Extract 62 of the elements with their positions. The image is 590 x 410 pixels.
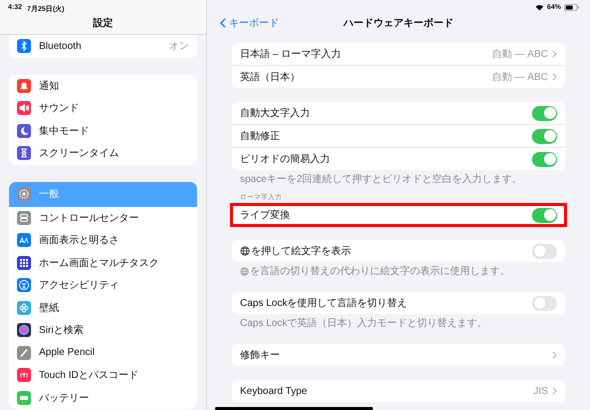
sidebar-item[interactable]: 集中モード [9, 120, 197, 142]
sidebar-label: スクリーンタイム [39, 147, 120, 160]
sidebar-item[interactable]: スクリーンタイム [9, 142, 197, 164]
sidebar-item[interactable]: Apple Pencil [9, 342, 197, 364]
sidebar-item[interactable]: アクセシビリティ [9, 274, 197, 296]
sidebar-title: 設定 [92, 16, 114, 30]
sidebar-item[interactable]: Touch IDとパスコード [9, 364, 197, 386]
sidebar-label: アクセシビリティ [39, 279, 120, 292]
sidebar-item[interactable]: Siriと検索 [9, 319, 197, 342]
sidebar-item[interactable]: バッテリー [9, 386, 197, 409]
setting-value: 自動 — ABC [492, 71, 548, 84]
section-footer: を言語の切り替えの代わりに絵文字の表示に使用します。 [250, 264, 510, 278]
setting-label: 自動大文字入力 [240, 106, 310, 120]
toggle-switch[interactable] [532, 106, 557, 120]
sidebar-label: Siriと検索 [39, 324, 84, 338]
chevron-icon[interactable] [552, 351, 557, 359]
sidebar-label: 画面表示と明るさ [39, 234, 120, 248]
back-chevron-icon [220, 18, 226, 28]
chevron-icon[interactable] [552, 387, 557, 395]
sidebar-label: 通知 [39, 80, 60, 93]
toggle-switch[interactable] [532, 208, 557, 222]
setting-label: 自動修正 [240, 130, 280, 143]
sidebar-label: Touch IDとパスコード [39, 369, 140, 382]
setting-label: Caps Lockを使用して言語を切り替え [240, 296, 408, 310]
setting-label: 修飾キー [240, 349, 280, 362]
toggle-switch[interactable] [532, 128, 557, 144]
toggle-switch[interactable] [532, 152, 557, 166]
sidebar-item[interactable]: ホーム画面とマルチタスク [9, 252, 197, 274]
setting-value: 自動 — ABC [492, 48, 548, 61]
sidebar-label: コントロールセンター [39, 212, 140, 225]
battery-status-icon [564, 4, 580, 11]
sidebar-label: バッテリー [39, 392, 90, 405]
setting-label: を押して絵文字を表示 [251, 244, 351, 258]
chevron-icon[interactable] [552, 50, 557, 58]
sidebar-item[interactable]: 壁紙 [9, 296, 197, 319]
section-footer: Caps Lockで英語（日本）入力モードと切り替えます。 [240, 316, 488, 330]
sidebar-item[interactable]: サウンド [9, 97, 197, 120]
toggle-switch[interactable] [532, 296, 557, 310]
sidebar-item[interactable]: コントロールセンター [9, 206, 197, 229]
sidebar-item[interactable]: 通知 [9, 74, 197, 97]
sidebar-label: 一般 [39, 188, 60, 201]
sidebar-label: 壁紙 [39, 302, 60, 315]
sidebar-item[interactable]: Bluetooth オン [9, 35, 197, 58]
sidebar-value: オン [169, 40, 189, 54]
sidebar-label: Bluetooth [39, 40, 82, 52]
sidebar-item[interactable]: 画面表示と明るさ [9, 229, 197, 252]
chevron-icon[interactable] [552, 73, 557, 81]
setting-label: 英語（日本） [240, 70, 300, 84]
back-button[interactable]: キーボード [207, 16, 279, 30]
section-footer: spaceキーを2回連続して押すとピリオドと空白を入力します。 [240, 172, 522, 186]
sidebar-label: サウンド [39, 102, 80, 116]
wifi-icon [534, 4, 544, 11]
page-title: ハードウェアキーボード [344, 17, 454, 30]
sidebar-label: ホーム画面とマルチタスク [39, 256, 160, 270]
setting-label: Keyboard Type [240, 386, 308, 396]
setting-label: 日本語 – ローマ字入力 [240, 48, 342, 61]
toggle-switch[interactable] [532, 244, 557, 258]
setting-label: ライブ変換 [240, 208, 290, 222]
setting-label: ピリオドの簡易入力 [240, 152, 330, 166]
sidebar-label: Apple Pencil [39, 347, 96, 358]
sidebar-label: 集中モード [39, 124, 90, 138]
setting-value: JIS [534, 386, 548, 396]
